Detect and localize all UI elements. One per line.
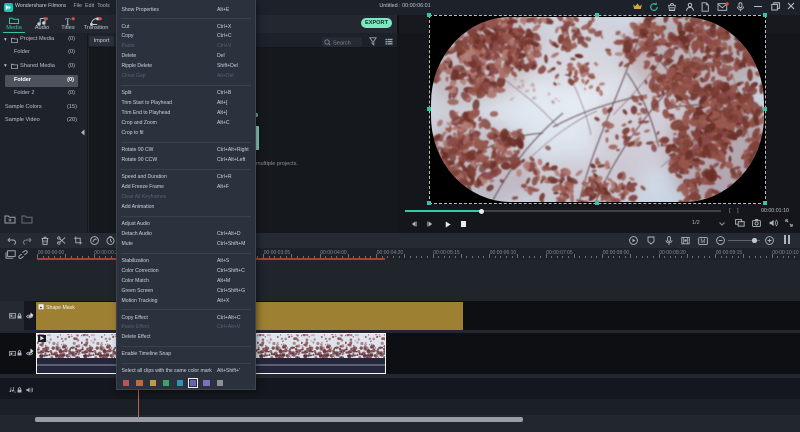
svg-text:M: M [700,239,705,245]
svg-text:1: 1 [13,389,15,392]
svg-text:Shape Mask: Shape Mask [46,305,75,310]
svg-text:2: 2 [13,314,15,318]
svg-text:1: 1 [13,352,15,356]
svg-text:Search: Search [333,40,351,46]
